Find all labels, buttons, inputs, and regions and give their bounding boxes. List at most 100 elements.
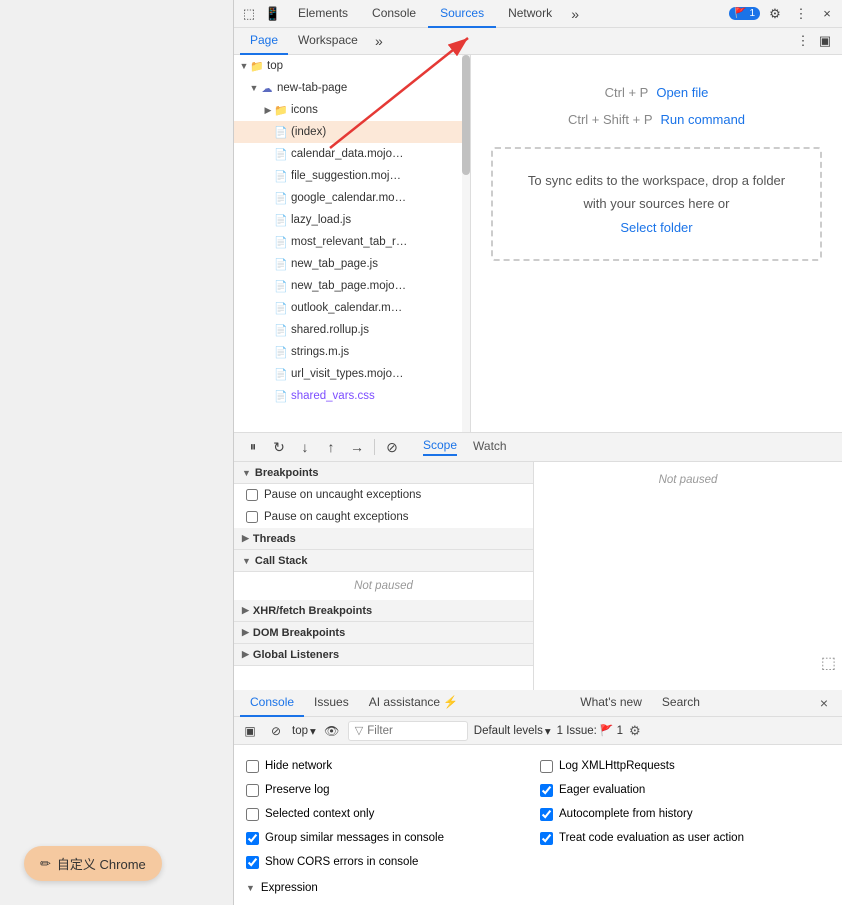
tab-network[interactable]: Network (496, 0, 564, 28)
cors-errors-label: Show CORS errors in console (265, 856, 418, 868)
tree-item-lazyload[interactable]: 📄 lazy_load.js (234, 209, 470, 231)
tab-search[interactable]: Search (652, 690, 710, 717)
autocomplete-checkbox[interactable] (540, 808, 553, 821)
tree-item-newtabpagejs[interactable]: 📄 new_tab_page.js (234, 253, 470, 275)
dom-breakpoints-header[interactable]: ▶ DOM Breakpoints (234, 622, 533, 644)
treat-code-checkbox[interactable] (540, 832, 553, 845)
levels-select[interactable]: Default levels ▾ (474, 724, 551, 738)
tree-item-outlookcalendar[interactable]: 📄 outlook_calendar.m… (234, 297, 470, 319)
tree-label-newtabpagejs: new_tab_page.js (291, 258, 378, 270)
close-console-tab-button[interactable]: × (812, 695, 836, 711)
pause-caught-checkbox[interactable] (246, 511, 258, 523)
eye-filter-icon[interactable]: 👁 (322, 721, 342, 741)
settings-icon[interactable]: ⚙ (764, 3, 786, 25)
tree-item-sharedrollup[interactable]: 📄 shared.rollup.js (234, 319, 470, 341)
arrow-top: ▼ (238, 61, 250, 71)
deactivate-breakpoints-button[interactable]: ⊘ (381, 436, 403, 458)
console-content: Hide network Log XMLHttpRequests Preserv… (234, 745, 842, 905)
callstack-arrow: ▼ (242, 556, 251, 566)
tree-item-stringsmjs[interactable]: 📄 strings.m.js (234, 341, 470, 363)
tab-workspace[interactable]: Workspace (288, 28, 368, 55)
tree-label-stringsmjs: strings.m.js (291, 346, 349, 358)
tree-item-googlecalendar[interactable]: 📄 google_calendar.mo… (234, 187, 470, 209)
console-filter-input[interactable] (367, 725, 461, 737)
tree-scrollbar-thumb[interactable] (462, 55, 470, 175)
tree-item-sharedvarscss[interactable]: 📄 shared_vars.css (234, 385, 470, 407)
more-tabs-icon[interactable]: » (564, 3, 586, 25)
tree-item-filesuggestion[interactable]: 📄 file_suggestion.moj… (234, 165, 470, 187)
pause-caught-option[interactable]: Pause on caught exceptions (234, 506, 533, 528)
hide-network-label: Hide network (265, 760, 332, 772)
step-out-button[interactable]: ↑ (320, 436, 342, 458)
clear-console-icon[interactable]: ⊘ (266, 721, 286, 741)
eager-eval-checkbox[interactable] (540, 784, 553, 797)
console-option-eager-eval: Eager evaluation (538, 779, 832, 801)
xhr-breakpoints-header[interactable]: ▶ XHR/fetch Breakpoints (234, 600, 533, 622)
tab-elements[interactable]: Elements (286, 0, 360, 28)
toggle-sidebar-icon[interactable]: ▣ (240, 721, 260, 741)
console-option-selected-ctx: Selected context only (244, 803, 538, 825)
breakpoints-header[interactable]: ▼ Breakpoints (234, 462, 533, 484)
customize-chrome-button[interactable]: ✏ 自定义 Chrome (24, 846, 162, 881)
tree-item-newtabpagemojo[interactable]: 📄 new_tab_page.mojo… (234, 275, 470, 297)
tab-scope[interactable]: Scope (423, 438, 457, 456)
tree-item-mostrelevant[interactable]: 📄 most_relevant_tab_r… (234, 231, 470, 253)
issue-flag-icon: 🚩 (600, 724, 614, 737)
scope-watch-tabs: Scope Watch (423, 438, 507, 456)
more-options-icon[interactable]: ⋮ (790, 3, 812, 25)
preserve-log-checkbox[interactable] (246, 784, 259, 797)
selected-ctx-checkbox[interactable] (246, 808, 259, 821)
console-options-grid: Hide network Log XMLHttpRequests Preserv… (244, 751, 832, 877)
tree-item-urlvisit[interactable]: 📄 url_visit_types.mojo… (234, 363, 470, 385)
tab-whats-new[interactable]: What's new (570, 690, 652, 717)
device-icon[interactable]: 📱 (262, 3, 284, 25)
tree-label-urlvisit: url_visit_types.mojo… (291, 368, 403, 380)
pause-uncaught-checkbox[interactable] (246, 489, 258, 501)
log-xhr-checkbox[interactable] (540, 760, 553, 773)
console-option-group-similar: Group similar messages in console (244, 827, 538, 849)
xhr-arrow: ▶ (242, 605, 249, 616)
global-listeners-header[interactable]: ▶ Global Listeners (234, 644, 533, 666)
step-over-button[interactable]: ↻ (268, 436, 290, 458)
eager-eval-label: Eager evaluation (559, 784, 645, 796)
tree-item-icons[interactable]: ▶ 📁 icons (234, 99, 470, 121)
tab-watch[interactable]: Watch (473, 439, 507, 455)
folder-icon-icons: 📁 (274, 103, 288, 117)
callstack-header[interactable]: ▼ Call Stack (234, 550, 533, 572)
tab-issues[interactable]: Issues (304, 690, 359, 717)
open-file-link[interactable]: Open file (656, 85, 708, 100)
arrow-newtabpage: ▼ (248, 83, 260, 93)
step-button[interactable]: → (346, 436, 368, 458)
console-settings-gear-icon[interactable]: ⚙ (629, 723, 641, 739)
step-into-button[interactable]: ↓ (294, 436, 316, 458)
toggle-panel-icon[interactable]: ▣ (814, 30, 836, 52)
more-source-tabs-icon[interactable]: » (368, 30, 390, 52)
tab-page[interactable]: Page (240, 28, 288, 55)
issue-badge: 1 Issue: 🚩 1 (557, 724, 623, 737)
select-folder-link[interactable]: Select folder (620, 220, 692, 235)
hide-network-checkbox[interactable] (246, 760, 259, 773)
add-source-icon[interactable]: ⋮ (792, 30, 814, 52)
pause-button[interactable]: ⏸ (242, 436, 264, 458)
tab-sources[interactable]: Sources (428, 0, 496, 28)
callstack-not-paused: Not paused (234, 572, 533, 600)
group-similar-checkbox[interactable] (246, 832, 259, 845)
run-command-link[interactable]: Run command (661, 112, 746, 127)
file-icon-sharedrollup: 📄 (274, 323, 288, 337)
tree-item-calendardata[interactable]: 📄 calendar_data.mojo… (234, 143, 470, 165)
sources-container: Page Workspace » ⋮ ▣ ▼ 📁 top ▼ (234, 28, 842, 432)
threads-header[interactable]: ▶ Threads (234, 528, 533, 550)
tab-console-main[interactable]: Console (240, 690, 304, 717)
tab-ai-assistance[interactable]: AI assistance ⚡ (359, 690, 469, 717)
tree-item-top[interactable]: ▼ 📁 top (234, 55, 470, 77)
pause-uncaught-option[interactable]: Pause on uncaught exceptions (234, 484, 533, 506)
tree-item-index[interactable]: 📄 (index) (234, 121, 470, 143)
close-devtools-icon[interactable]: × (816, 3, 838, 25)
cors-errors-checkbox[interactable] (246, 856, 259, 869)
context-select[interactable]: top ▾ (292, 724, 316, 738)
tree-label-googlecalendar: google_calendar.mo… (291, 192, 406, 204)
tree-item-newtabpage[interactable]: ▼ ☁ new-tab-page (234, 77, 470, 99)
threads-label: Threads (253, 533, 296, 545)
inspect-icon[interactable]: ⬚ (238, 3, 260, 25)
tab-console[interactable]: Console (360, 0, 428, 28)
